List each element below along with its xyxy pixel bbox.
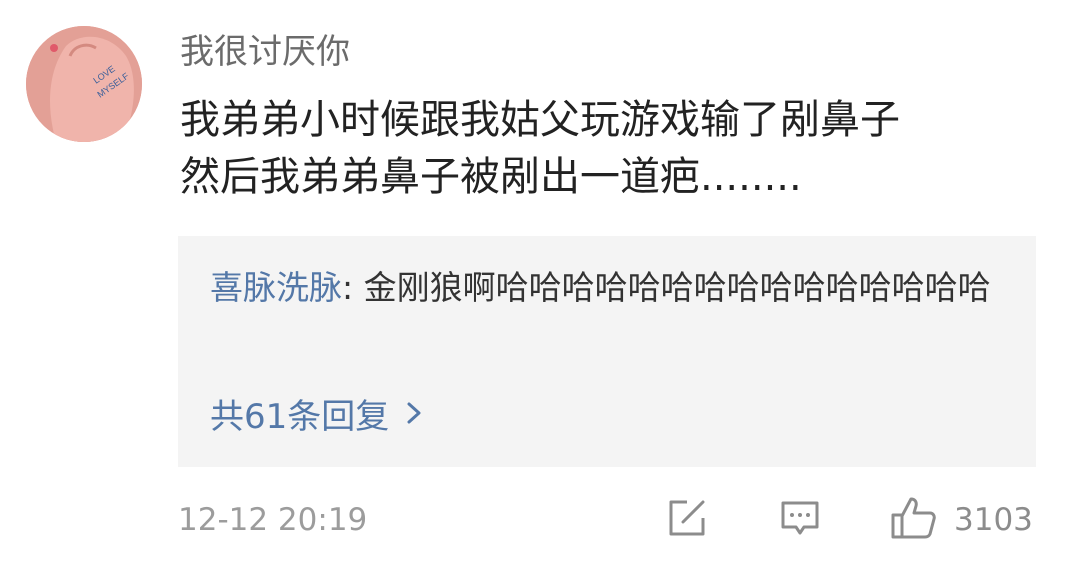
comment-text: 我弟弟小时候跟我姑父玩游戏输了剐鼻子 然后我弟弟鼻子被剐出一道疤........	[180, 92, 1030, 206]
thumbs-up-icon[interactable]	[890, 494, 938, 542]
reply-preview: 喜脉洗脉: 金刚狼啊哈哈哈哈哈哈哈哈哈哈哈哈哈哈哈	[210, 264, 1010, 312]
view-replies-link[interactable]: 共61条回复	[210, 388, 425, 438]
reply-text: 金刚狼啊哈哈哈哈哈哈哈哈哈哈哈哈哈哈哈	[363, 268, 991, 307]
avatar[interactable]: LOVE MYSELF	[26, 26, 142, 142]
reply-separator: :	[342, 268, 364, 307]
comment-line-1: 我弟弟小时候跟我姑父玩游戏输了剐鼻子	[180, 97, 900, 143]
like-count: 3103	[954, 502, 1033, 538]
edit-icon[interactable]	[665, 496, 709, 540]
chevron-right-icon	[407, 402, 421, 424]
comment-icon[interactable]	[778, 496, 822, 540]
reply-preview-box[interactable]: 喜脉洗脉: 金刚狼啊哈哈哈哈哈哈哈哈哈哈哈哈哈哈哈 共61条回复	[178, 236, 1036, 467]
comment-line-2: 然后我弟弟鼻子被剐出一道疤........	[180, 154, 802, 200]
reply-author[interactable]: 喜脉洗脉	[210, 268, 342, 307]
username[interactable]: 我很讨厌你	[180, 30, 350, 74]
avatar-image: LOVE MYSELF	[26, 26, 142, 142]
timestamp: 12-12 20:19	[178, 502, 368, 538]
reply-count-label: 共61条回复	[210, 396, 390, 437]
